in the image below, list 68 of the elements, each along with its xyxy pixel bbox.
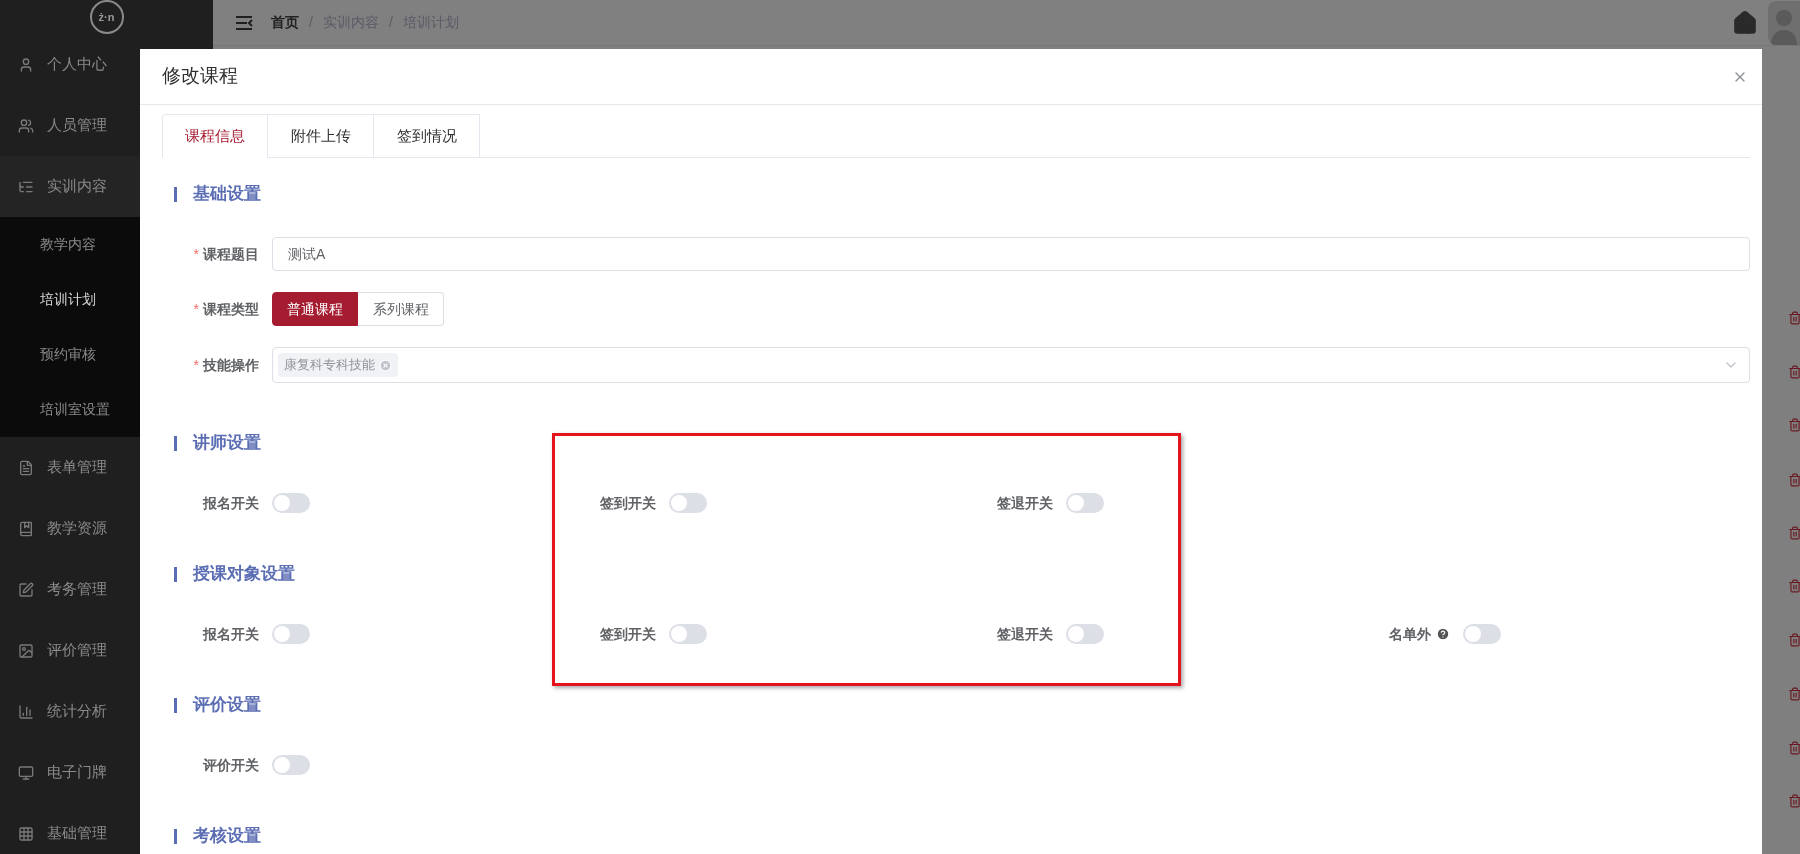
picture-icon <box>18 642 34 659</box>
required-mark: * <box>193 299 199 319</box>
tag: 康复科专科技能 <box>278 353 398 377</box>
trash-icon[interactable] <box>1788 579 1800 593</box>
section-title: 评价设置 <box>193 694 261 717</box>
field-label: 课程题目 <box>203 244 259 264</box>
section-marker <box>174 828 177 844</box>
section-marker <box>174 697 177 713</box>
trash-icon[interactable] <box>1788 473 1800 487</box>
trash-icon[interactable] <box>1788 687 1800 701</box>
trash-icon[interactable] <box>1788 418 1800 432</box>
text-field[interactable]: 测试A <box>272 237 1750 271</box>
segment-option[interactable]: 系列课程 <box>358 292 444 326</box>
trash-icon[interactable] <box>1788 526 1800 540</box>
edit-icon <box>18 581 34 598</box>
toggle-switch[interactable] <box>272 493 310 513</box>
select-field[interactable]: 康复科专科技能 <box>272 347 1750 383</box>
switch-label: 报名开关 <box>203 624 259 644</box>
tab[interactable]: 签到情况 <box>374 114 480 157</box>
avatar[interactable] <box>1768 0 1800 45</box>
grid-icon <box>18 825 34 842</box>
tab[interactable]: 课程信息 <box>162 114 268 158</box>
remove-icon[interactable] <box>379 358 392 372</box>
home-icon[interactable] <box>1732 9 1758 36</box>
toggle-switch[interactable] <box>272 624 310 644</box>
help-icon[interactable] <box>1436 627 1450 641</box>
bar-chart-icon <box>18 703 34 720</box>
switch-label: 签到开关 <box>600 493 656 513</box>
required-mark: * <box>193 355 199 375</box>
switch-label: 名单外 <box>1389 624 1431 644</box>
logo: ż·n <box>89 0 124 34</box>
section-marker <box>174 566 177 582</box>
users-icon <box>18 117 34 134</box>
trash-icon[interactable] <box>1788 741 1800 755</box>
trash-icon[interactable] <box>1788 365 1800 379</box>
toggle-switch[interactable] <box>669 493 707 513</box>
switch-label: 签退开关 <box>997 493 1053 513</box>
field-label: 技能操作 <box>203 355 259 375</box>
trash-icon[interactable] <box>1788 633 1800 647</box>
toggle-switch[interactable] <box>1463 624 1501 644</box>
section-marker <box>174 435 177 451</box>
switch-label: 评价开关 <box>203 755 259 775</box>
menu-icon[interactable] <box>235 14 253 31</box>
switch-label: 签到开关 <box>600 624 656 644</box>
section-title: 授课对象设置 <box>193 563 295 586</box>
user-icon <box>18 56 34 73</box>
switch-label: 签退开关 <box>997 624 1053 644</box>
dialog-title: 修改课程 <box>162 64 238 89</box>
toggle-switch[interactable] <box>272 755 310 775</box>
section-title: 讲师设置 <box>193 432 261 455</box>
tab[interactable]: 附件上传 <box>268 114 374 157</box>
segment-option[interactable]: 普通课程 <box>272 292 358 326</box>
section-title: 考核设置 <box>193 825 261 848</box>
toggle-switch[interactable] <box>669 624 707 644</box>
field-label: 课程类型 <box>203 299 259 319</box>
section-marker <box>174 186 177 202</box>
breadcrumb-item[interactable]: 首页 <box>271 12 299 33</box>
monitor-icon <box>18 764 34 781</box>
trash-icon[interactable] <box>1788 794 1800 808</box>
toggle-switch[interactable] <box>1066 493 1104 513</box>
trash-icon[interactable] <box>1788 311 1800 325</box>
toggle-switch[interactable] <box>1066 624 1104 644</box>
breadcrumb-separator: / <box>388 13 393 32</box>
book-icon <box>18 520 34 537</box>
switch-label: 报名开关 <box>203 493 259 513</box>
breadcrumb-separator: / <box>309 13 313 32</box>
required-mark: * <box>193 244 199 264</box>
form-icon <box>18 459 34 476</box>
